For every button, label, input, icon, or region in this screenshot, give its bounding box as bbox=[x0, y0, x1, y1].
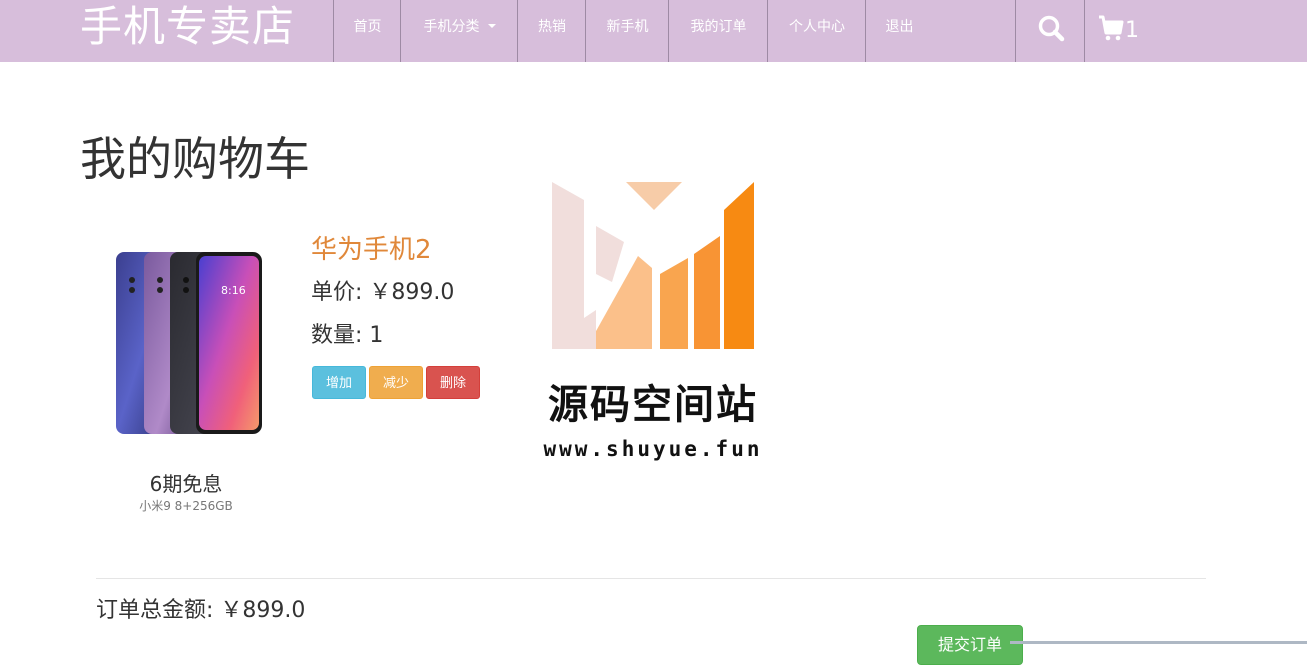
product-price: 单价: ￥899.0 bbox=[311, 280, 455, 305]
cart-count-badge: 1 bbox=[1125, 18, 1139, 43]
delete-button[interactable]: 删除 bbox=[426, 366, 480, 399]
nav-item-label: 退出 bbox=[885, 19, 914, 35]
chevron-down-icon bbox=[487, 24, 496, 28]
order-total: 订单总金额: ￥899.0 bbox=[96, 598, 306, 623]
nav-item-label: 热销 bbox=[538, 19, 566, 35]
nav-item-logout[interactable]: 退出 bbox=[865, 0, 933, 62]
watermark-title: 源码空间站 bbox=[548, 382, 758, 428]
page-title: 我的购物车 bbox=[80, 132, 310, 186]
search-button[interactable] bbox=[1015, 0, 1085, 62]
nav-item-label: 新手机 bbox=[606, 19, 649, 35]
top-navbar: 手机专卖店 首页 手机分类 热销 新手机 我的订单 个人中心 退出 1 bbox=[0, 0, 1307, 62]
model-caption: 小米9 8+256GB bbox=[139, 499, 233, 513]
search-icon bbox=[1038, 15, 1065, 42]
nav-item-my-orders[interactable]: 我的订单 bbox=[668, 0, 768, 62]
cart-icon bbox=[1099, 15, 1124, 41]
product-quantity: 数量: 1 bbox=[311, 323, 384, 348]
nav-item-profile[interactable]: 个人中心 bbox=[767, 0, 866, 62]
promo-caption: 6期免息 bbox=[149, 472, 223, 496]
decrease-button[interactable]: 减少 bbox=[369, 366, 423, 399]
watermark-url: www.shuyue.fun bbox=[543, 437, 763, 461]
product-name[interactable]: 华为手机2 bbox=[311, 232, 432, 268]
nav-item-label: 我的订单 bbox=[690, 19, 747, 35]
submit-order-button[interactable]: 提交订单 bbox=[917, 625, 1023, 665]
watermark-logo bbox=[552, 182, 754, 349]
increase-button[interactable]: 增加 bbox=[312, 366, 366, 399]
cart-button[interactable]: 1 bbox=[1084, 0, 1164, 62]
svg-text:8:16: 8:16 bbox=[221, 284, 246, 297]
nav-item-label: 首页 bbox=[353, 19, 382, 35]
nav-item-home[interactable]: 首页 bbox=[333, 0, 401, 62]
product-image-caption: 6期免息 小米9 8+256GB bbox=[96, 470, 276, 514]
nav-item-categories[interactable]: 手机分类 bbox=[400, 0, 518, 62]
divider bbox=[96, 578, 1206, 579]
site-brand[interactable]: 手机专卖店 bbox=[80, 0, 295, 62]
nav-item-label: 手机分类 bbox=[423, 19, 480, 35]
nav-item-label: 个人中心 bbox=[789, 19, 845, 35]
nav-item-new-phones[interactable]: 新手机 bbox=[585, 0, 669, 62]
nav-item-hot[interactable]: 热销 bbox=[517, 0, 586, 62]
